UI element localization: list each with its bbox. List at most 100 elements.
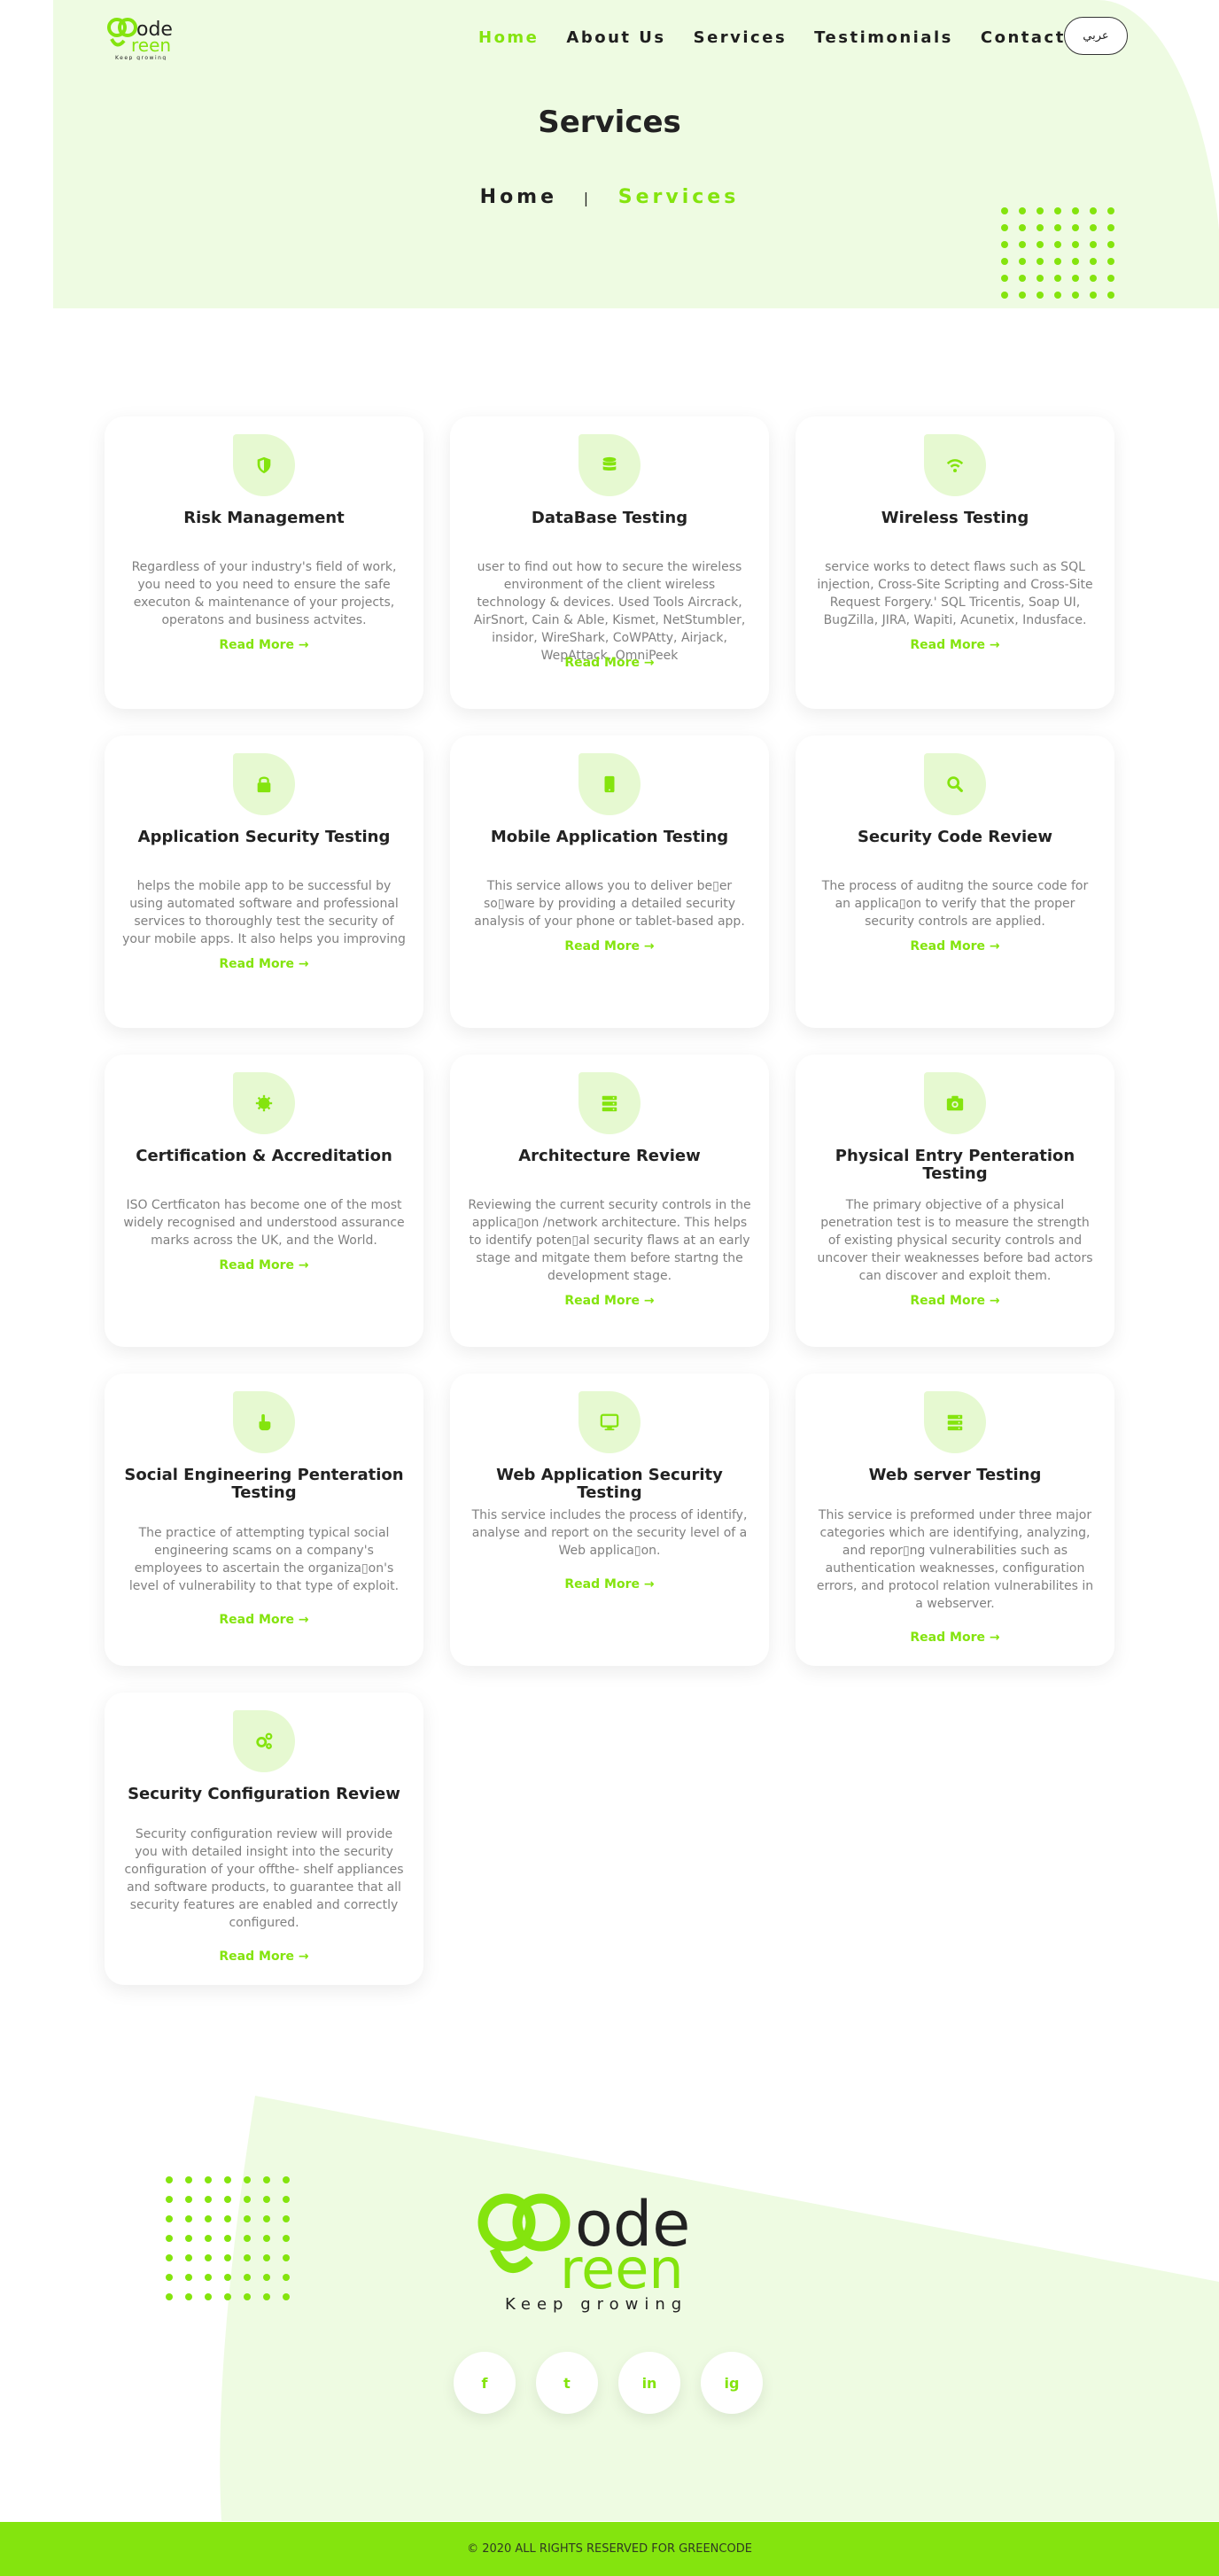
dot [1001, 207, 1008, 214]
read-more-link[interactable]: Read More → [796, 638, 1114, 652]
dot [283, 2254, 290, 2261]
dot [205, 2215, 212, 2222]
copyright-text: © 2020 ALL RIGHTS RESERVED FOR GREENCODE [467, 2542, 752, 2556]
arrow-right-icon: → [639, 1294, 655, 1308]
read-more-link[interactable]: Read More → [450, 656, 769, 670]
logo[interactable]: ode reen Keep growing [105, 14, 193, 61]
dot [205, 2235, 212, 2242]
arrow-right-icon: → [984, 1630, 1000, 1645]
read-more-link[interactable]: Read More → [105, 1950, 423, 1964]
footer-logo-text-bottom: reen [560, 2237, 684, 2301]
dot [166, 2274, 173, 2281]
service-title: Application Security Testing [137, 828, 391, 846]
breadcrumb: Home | Services [0, 186, 1219, 208]
dot [1037, 275, 1044, 282]
search-icon [924, 753, 986, 815]
nav-item-about-us[interactable]: About Us [566, 28, 665, 48]
dot [166, 2196, 173, 2203]
language-toggle-button[interactable]: عربي [1064, 17, 1128, 55]
dot [205, 2176, 212, 2183]
dot [224, 2215, 231, 2222]
read-more-link[interactable]: Read More → [105, 957, 423, 971]
dot [263, 2254, 270, 2261]
dot [283, 2274, 290, 2281]
dot [1054, 241, 1061, 248]
dot [1019, 241, 1026, 248]
decorative-dots-footer [166, 2176, 290, 2300]
dot [224, 2274, 231, 2281]
arrow-right-icon: → [639, 939, 655, 953]
twitter-icon: t [563, 2374, 571, 2392]
read-more-label: Read More [219, 1258, 294, 1272]
arrow-right-icon: → [984, 1294, 1000, 1308]
read-more-label: Read More [219, 1613, 294, 1627]
footer-logo[interactable]: ode reen Keep growing [475, 2182, 732, 2315]
read-more-link[interactable]: Read More → [105, 1613, 423, 1627]
breadcrumb-home-link[interactable]: Home [480, 186, 557, 208]
service-title: Web server Testing [868, 1466, 1042, 1484]
dot [1019, 292, 1026, 299]
dot [185, 2293, 192, 2300]
arrow-right-icon: → [984, 638, 1000, 652]
dot [224, 2196, 231, 2203]
nav-item-services[interactable]: Services [694, 28, 788, 48]
dot [1072, 258, 1079, 265]
service-title: Web Application Security Testing [496, 1466, 723, 1502]
twitter-button[interactable]: t [536, 2352, 598, 2414]
dot [1037, 258, 1044, 265]
read-more-link[interactable]: Read More → [796, 1630, 1114, 1645]
read-more-label: Read More [219, 957, 294, 971]
service-title: Certification & Accreditation [136, 1147, 392, 1165]
read-more-link[interactable]: Read More → [796, 939, 1114, 953]
desktop-icon [578, 1391, 641, 1453]
linkedin-button[interactable]: in [618, 2352, 680, 2414]
read-more-label: Read More [219, 638, 294, 652]
read-more-link[interactable]: Read More → [450, 1294, 769, 1308]
database-icon [578, 434, 641, 496]
dot [1072, 241, 1079, 248]
logo-text-bottom: reen [131, 35, 171, 56]
read-more-link[interactable]: Read More → [450, 1577, 769, 1592]
read-more-label: Read More [910, 939, 985, 953]
service-card: Security Configuration Review Security co… [105, 1693, 423, 1985]
dot [1054, 207, 1061, 214]
arrow-right-icon: → [639, 1577, 655, 1592]
read-more-label: Read More [910, 1630, 985, 1645]
dot [283, 2215, 290, 2222]
dot [283, 2176, 290, 2183]
dot [224, 2176, 231, 2183]
read-more-label: Read More [219, 1950, 294, 1964]
dot [244, 2215, 251, 2222]
instagram-button[interactable]: ig [701, 2352, 763, 2414]
arrow-right-icon: → [984, 939, 1000, 953]
read-more-link[interactable]: Read More → [105, 638, 423, 652]
read-more-link[interactable]: Read More → [796, 1294, 1114, 1308]
service-title: Social Engineering Penteration Testing [124, 1466, 404, 1502]
service-title: Security Configuration Review [128, 1785, 400, 1803]
dot [1090, 275, 1097, 282]
hand-pointer-icon [233, 1391, 295, 1453]
dot [1037, 224, 1044, 231]
server-icon [578, 1072, 641, 1134]
dot [205, 2196, 212, 2203]
logo-tagline: Keep growing [115, 55, 167, 60]
read-more-link[interactable]: Read More → [105, 1258, 423, 1272]
nav-item-testimonials[interactable]: Testimonials [814, 28, 953, 48]
service-description: Regardless of your industry's field of w… [131, 560, 397, 627]
dot [1090, 292, 1097, 299]
dot [244, 2274, 251, 2281]
dot [166, 2254, 173, 2261]
nav-item-home[interactable]: Home [478, 28, 539, 48]
dot [1107, 292, 1114, 299]
service-description: service works to detect flaws such as SQ… [817, 560, 1093, 627]
service-description: This service allows you to deliver be▯er… [474, 879, 745, 929]
dot [1019, 275, 1026, 282]
dot [1072, 207, 1079, 214]
facebook-icon: f [481, 2374, 488, 2392]
read-more-label: Read More [564, 1294, 640, 1308]
read-more-link[interactable]: Read More → [450, 939, 769, 953]
service-title: Mobile Application Testing [490, 828, 729, 846]
facebook-button[interactable]: f [454, 2352, 516, 2414]
dot [1107, 241, 1114, 248]
page-title: Services [538, 105, 681, 140]
